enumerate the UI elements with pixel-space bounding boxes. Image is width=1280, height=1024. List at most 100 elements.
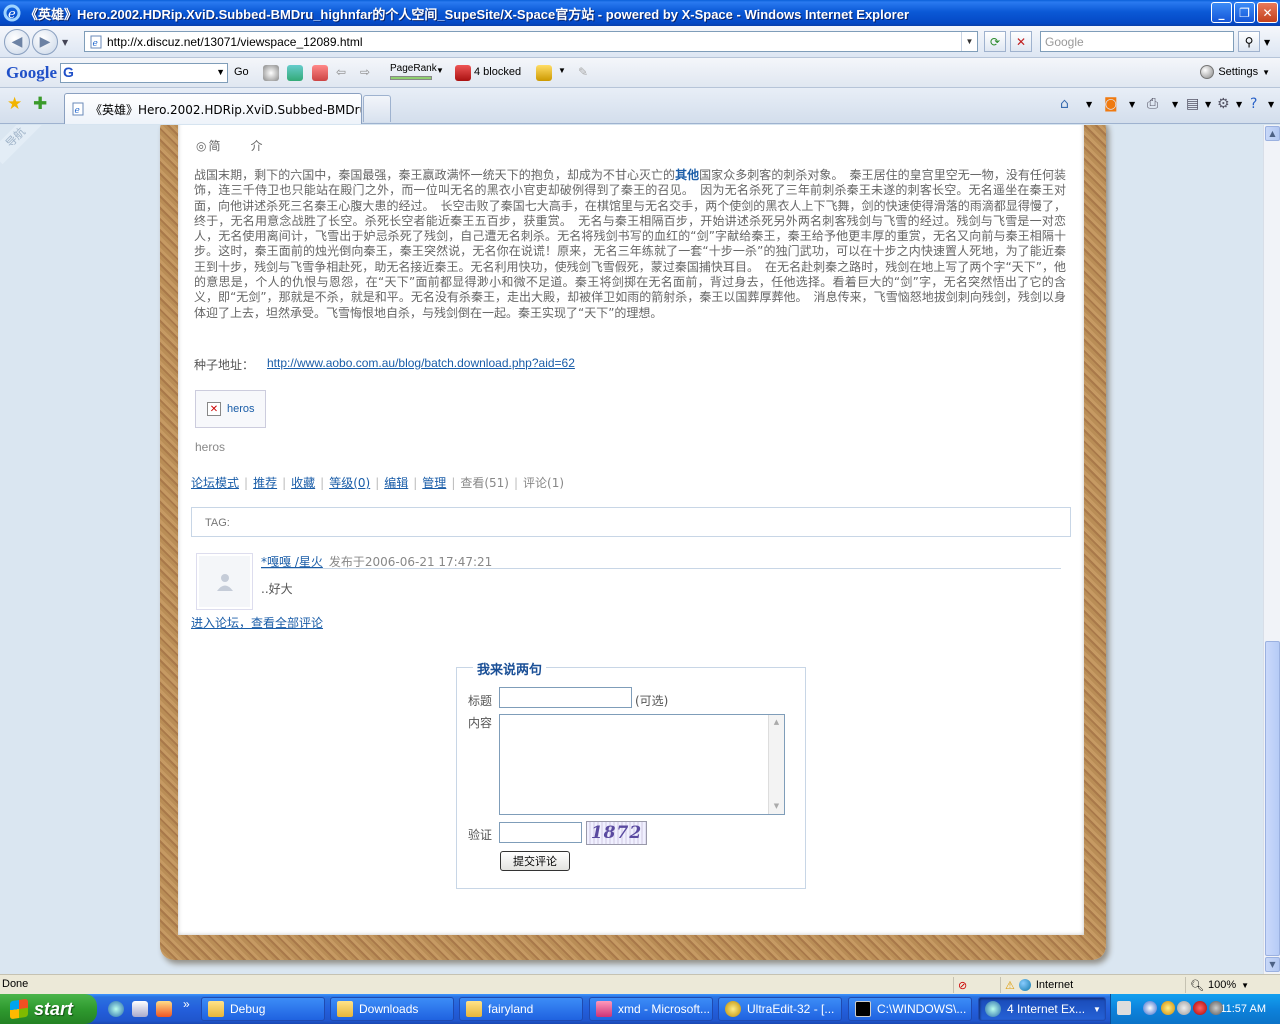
search-input[interactable]: Google	[1040, 31, 1234, 52]
tab-label: 《英雄》Hero.2002.HDRip.XviD.Subbed-BMDru_hi…	[90, 102, 361, 117]
scroll-down-icon[interactable]: ▼	[1265, 957, 1280, 972]
help-dropdown-icon[interactable]: ▼	[1268, 100, 1274, 109]
attachment-thumbnail[interactable]: ✕ heros	[195, 390, 266, 428]
zoom-segment[interactable]: 🔍︎ 100% ▼	[1185, 977, 1263, 993]
tools-icon[interactable]: ⚙	[1217, 96, 1230, 112]
taskbar-button-ie-group[interactable]: 4 Internet Ex... ▼	[978, 997, 1106, 1021]
recommend-link[interactable]: 推荐	[253, 474, 277, 491]
folder-icon	[208, 1001, 224, 1017]
views-count: 查看(51)	[460, 476, 509, 490]
quicklaunch-ie-icon[interactable]	[108, 1001, 124, 1017]
content-textarea[interactable]: ▲ ▼	[499, 714, 785, 815]
taskbar-button-debug[interactable]: Debug	[201, 997, 325, 1021]
highlighter-icon[interactable]: ✎	[578, 65, 594, 81]
settings-button[interactable]: Settings ▼	[1200, 65, 1270, 79]
address-input[interactable]: e http://x.discuz.net/13071/viewspace_12…	[84, 31, 978, 52]
page-menu-dropdown-icon[interactable]: ▼	[1205, 100, 1211, 109]
stop-icon[interactable]: ✕	[1010, 31, 1032, 52]
back-button[interactable]: ◀	[4, 29, 30, 55]
next-icon[interactable]: ⇨	[360, 65, 376, 81]
google-logo[interactable]: Google	[6, 63, 57, 83]
minimize-button[interactable]: _	[1211, 2, 1232, 23]
taskbar-button-downloads[interactable]: Downloads	[330, 997, 454, 1021]
edit-link[interactable]: 编辑	[384, 474, 408, 491]
go-button[interactable]: Go	[234, 66, 249, 78]
clock[interactable]: 11:57 AM	[1220, 1003, 1266, 1015]
taskbar-button-ultraedit[interactable]: UltraEdit-32 - [...	[718, 997, 842, 1021]
pagerank-dropdown-icon[interactable]: ▼	[436, 66, 444, 75]
forward-button[interactable]: ▶	[32, 29, 58, 55]
network-tray-icon[interactable]	[1177, 1001, 1191, 1015]
google-search-icon[interactable]	[263, 65, 279, 81]
submit-comment-button[interactable]: 提交评论	[500, 851, 570, 871]
popup-blocked-count[interactable]: 4 blocked	[474, 66, 521, 78]
tools-dropdown-icon[interactable]: ▼	[1236, 100, 1242, 109]
search-dropdown-icon[interactable]: ▼	[1264, 38, 1270, 47]
textarea-scrollbar[interactable]: ▲ ▼	[768, 715, 784, 814]
print-icon[interactable]: ⎙	[1147, 96, 1158, 112]
side-nav-tag[interactable]: 导航	[0, 125, 43, 165]
address-dropdown-icon[interactable]: ▼	[961, 32, 977, 51]
start-button[interactable]: start	[0, 994, 97, 1024]
tag-label: TAG:	[205, 517, 230, 529]
popup-blocker-icon[interactable]	[455, 65, 471, 81]
volume-tray-icon[interactable]	[1209, 1001, 1223, 1015]
tray-expand-icon[interactable]	[1143, 1001, 1157, 1015]
refresh-icon[interactable]: ⟳	[984, 31, 1006, 52]
captcha-input[interactable]	[499, 822, 582, 843]
taskbar-button-cmd[interactable]: C:\WINDOWS\...	[848, 997, 972, 1021]
maximize-button[interactable]: ❐	[1234, 2, 1255, 23]
security-tray-icon[interactable]	[1193, 1001, 1207, 1015]
search-icon[interactable]: ⚲	[1238, 31, 1260, 52]
taskbar-button-xmd[interactable]: xmd - Microsoft...	[589, 997, 713, 1021]
seed-download-link[interactable]: http://www.aobo.com.au/blog/batch.downlo…	[267, 356, 575, 370]
avatar[interactable]	[196, 553, 253, 610]
keyboard-tray-icon[interactable]	[1117, 1001, 1131, 1015]
bookmark-icon[interactable]	[536, 65, 552, 81]
help-icon[interactable]: ?	[1250, 96, 1257, 112]
home-icon[interactable]: ⌂	[1060, 96, 1069, 112]
page-icon: e	[90, 35, 102, 49]
window-title-bar[interactable]: e 《英雄》Hero.2002.HDRip.XviD.Subbed-BMDru_…	[0, 0, 1280, 26]
scroll-up-icon[interactable]: ▲	[1265, 126, 1280, 141]
rating-link[interactable]: 等级(0)	[329, 474, 370, 491]
favorites-star-icon[interactable]: ★	[7, 94, 22, 114]
zone-segment[interactable]: ⚠ Internet	[1000, 977, 1180, 993]
page-scrollbar[interactable]: ▲ ▼	[1263, 125, 1280, 974]
comment-author-link[interactable]: *嘎嘎 /星火	[261, 555, 323, 569]
rss-feed-icon[interactable]: ◙	[1104, 96, 1118, 112]
privacy-segment[interactable]: ⊘	[953, 977, 995, 993]
home-dropdown-icon[interactable]: ▼	[1086, 100, 1092, 109]
pagerank-label[interactable]: PageRank	[390, 63, 437, 74]
manage-link[interactable]: 管理	[422, 474, 446, 491]
taskbar: start » Debug Downloads fairyland xmd - …	[0, 994, 1280, 1024]
favorite-link[interactable]: 收藏	[291, 474, 315, 491]
textarea-scroll-up-icon[interactable]: ▲	[769, 715, 784, 730]
close-button[interactable]: ✕	[1257, 2, 1278, 23]
scroll-thumb[interactable]	[1265, 641, 1280, 956]
taskbar-button-fairyland[interactable]: fairyland	[459, 997, 583, 1021]
title-input[interactable]	[499, 687, 632, 708]
page-menu-icon[interactable]: ▤	[1186, 96, 1199, 112]
textarea-scroll-down-icon[interactable]: ▼	[769, 799, 784, 814]
bookmark-dropdown-icon[interactable]: ▼	[558, 66, 566, 75]
clock-tray-icon[interactable]	[1161, 1001, 1175, 1015]
print-dropdown-icon[interactable]: ▼	[1172, 100, 1178, 109]
quicklaunch-desktop-icon[interactable]	[132, 1001, 148, 1017]
forum-mode-link[interactable]: 论坛模式	[191, 474, 239, 491]
news-icon[interactable]	[312, 65, 328, 81]
google-dropdown-icon[interactable]: ▼	[216, 67, 225, 77]
quicklaunch-app-icon[interactable]	[156, 1001, 172, 1017]
add-favorite-icon[interactable]: ✚	[33, 94, 47, 114]
google-search-input[interactable]: G ▼	[60, 63, 228, 83]
captcha-image[interactable]: 1872	[586, 821, 647, 845]
previous-icon[interactable]: ⇦	[336, 65, 352, 81]
image-search-icon[interactable]	[287, 65, 303, 81]
new-tab-button[interactable]	[363, 95, 391, 122]
view-all-comments-link[interactable]: 进入论坛，查看全部评论	[191, 614, 323, 631]
tab-active[interactable]: e 《英雄》Hero.2002.HDRip.XviD.Subbed-BMDru_…	[64, 93, 362, 124]
feed-dropdown-icon[interactable]: ▼	[1129, 100, 1135, 109]
quicklaunch-more[interactable]: »	[183, 997, 190, 1011]
history-dropdown-icon[interactable]: ▼	[62, 38, 68, 47]
story-inline-link[interactable]: 其他	[675, 168, 699, 182]
